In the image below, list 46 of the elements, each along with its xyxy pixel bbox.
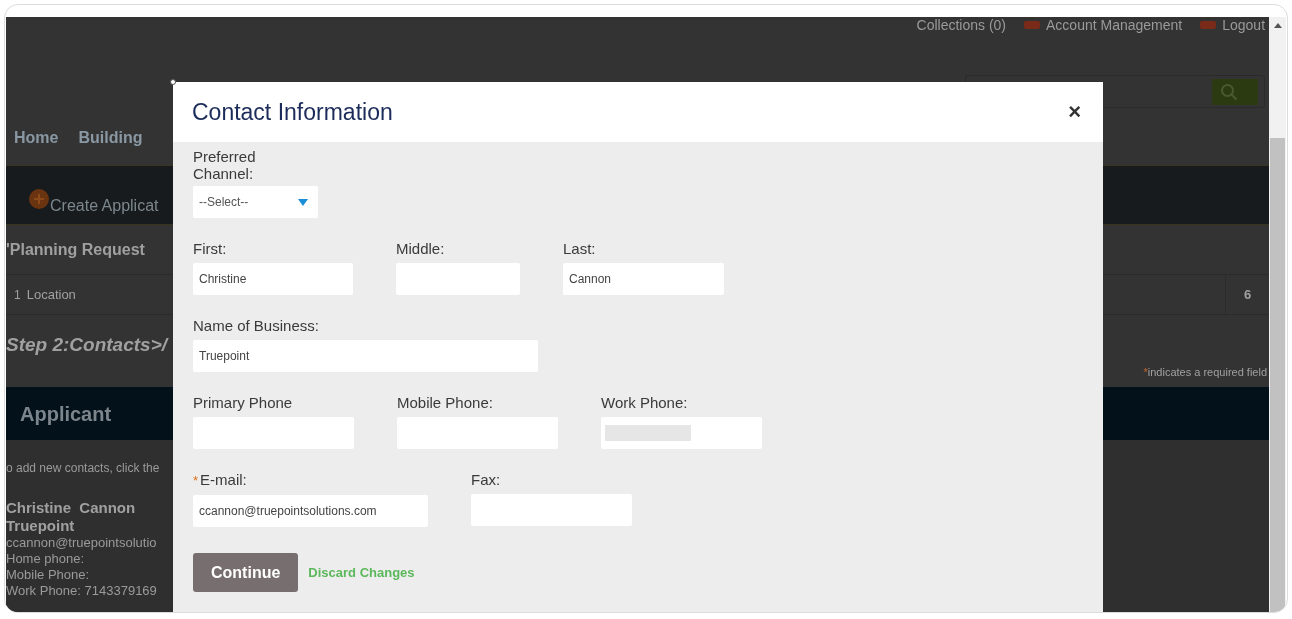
dialog-title: Contact Information bbox=[192, 97, 393, 127]
input-field[interactable]: Cannon bbox=[563, 263, 724, 295]
contact-name: Christine Cannon bbox=[6, 499, 136, 517]
caret-icon bbox=[298, 198, 308, 206]
field-label: Middle: bbox=[396, 240, 445, 257]
table-cell-text: 6 bbox=[1243, 285, 1252, 304]
input-field[interactable]: Truepoint bbox=[193, 340, 538, 372]
header-link[interactable]: Account Management bbox=[1024, 17, 1183, 33]
step-number: 1 bbox=[14, 286, 21, 304]
field-label: Work Phone: bbox=[601, 394, 688, 411]
contact-detail: Home phone: bbox=[6, 551, 85, 567]
scrollbar-thumb[interactable] bbox=[1270, 138, 1285, 612]
step-label: Location bbox=[26, 285, 76, 304]
required-note: *indicates a required field bbox=[1143, 364, 1268, 380]
field-label: *E-mail: bbox=[193, 471, 247, 489]
create-application-button[interactable]: Create Applicat bbox=[28, 188, 159, 218]
hint-text: o add new contacts, click the bbox=[6, 460, 160, 477]
continue-button[interactable]: Continue bbox=[193, 553, 299, 592]
section-heading: Applicant bbox=[20, 401, 112, 427]
nav-link[interactable]: Home bbox=[14, 125, 59, 150]
header-link[interactable]: Collections (0) bbox=[916, 17, 1006, 33]
step-heading: Step 2:Contacts>/ bbox=[6, 333, 167, 357]
section-title: 'Planning Request bbox=[6, 239, 145, 260]
link-icon bbox=[1200, 21, 1217, 29]
select-field[interactable]: --Select-- bbox=[193, 186, 318, 218]
field-label: Last: bbox=[563, 240, 596, 257]
close-button[interactable]: × bbox=[1068, 101, 1081, 123]
input-field[interactable]: ccannon@truepointsolutions.com bbox=[193, 495, 428, 527]
search-button[interactable] bbox=[1212, 78, 1259, 105]
header-link[interactable]: Logout bbox=[1200, 17, 1266, 33]
search-icon bbox=[1220, 82, 1239, 101]
input-field[interactable]: Christine bbox=[193, 263, 353, 295]
field-label: Mobile Phone: bbox=[397, 394, 493, 411]
nav-link[interactable]: Building bbox=[78, 125, 143, 150]
link-icon bbox=[1024, 21, 1040, 29]
field-label: Preferred Channel: bbox=[193, 148, 257, 182]
contact-detail: ccannon@truepointsolutio bbox=[6, 535, 157, 551]
plus-circle-icon bbox=[28, 188, 50, 210]
scroll-up-icon bbox=[1273, 23, 1282, 28]
contact-detail: Work Phone: 7143379169 bbox=[6, 583, 157, 599]
field-label: Name of Business: bbox=[193, 317, 319, 334]
field-label: Primary Phone bbox=[193, 394, 293, 411]
contact-detail: Mobile Phone: bbox=[6, 567, 90, 583]
field-label: First: bbox=[193, 240, 227, 257]
field-label: Fax: bbox=[471, 471, 501, 488]
contact-business: Truepoint bbox=[6, 517, 75, 535]
